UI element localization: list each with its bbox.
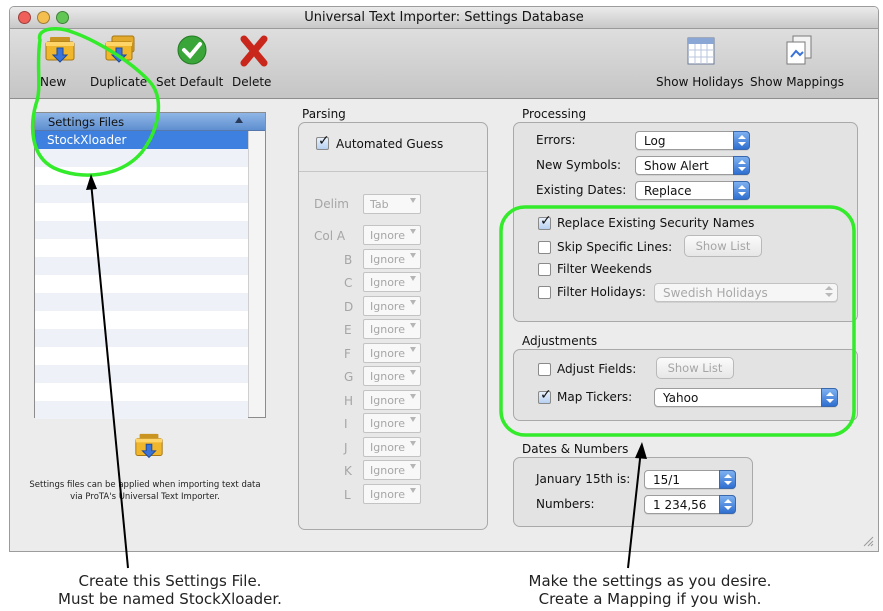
right-annotation-arrow [627,449,642,569]
right-arrowhead-icon [635,442,647,459]
annotation-overlay [30,26,856,569]
right-annotation-caption: Make the settings as you desire. Create … [500,572,800,608]
right-caption-line-2: Create a Mapping if you wish. [538,590,762,608]
left-caption-line-1: Create this Settings File. [78,572,262,590]
left-annotation-arrow [90,181,129,569]
left-caption-line-2: Must be named StockXloader. [58,590,282,608]
settings-highlight [499,205,856,437]
left-annotation-caption: Create this Settings File. Must be named… [20,572,320,608]
right-caption-line-1: Make the settings as you desire. [528,572,772,590]
new-button-highlight [30,26,161,177]
